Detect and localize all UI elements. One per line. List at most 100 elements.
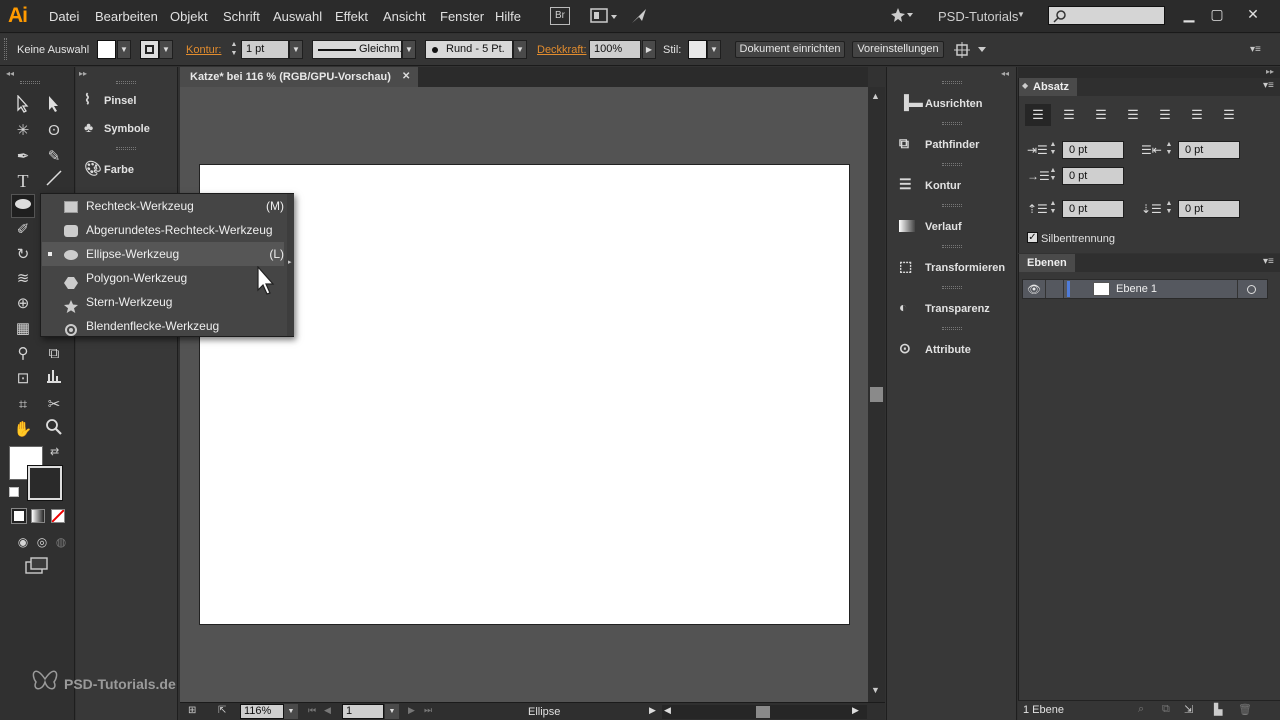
- layer-target-icon[interactable]: [1247, 285, 1256, 294]
- menu-ansicht[interactable]: Ansicht: [383, 9, 426, 24]
- flyout-flare-tool[interactable]: Blendenflecke-Werkzeug: [42, 314, 284, 338]
- search-input[interactable]: [1048, 6, 1165, 25]
- share-icon[interactable]: ⇱: [218, 705, 226, 716]
- arrange-icon[interactable]: [954, 42, 988, 61]
- grip-handle[interactable]: [4, 38, 7, 60]
- type-tool-icon[interactable]: T: [11, 169, 35, 193]
- layers-panel-tab[interactable]: Ebenen: [1019, 254, 1075, 272]
- panel-grip[interactable]: [116, 147, 136, 150]
- flyout-ellipse-tool[interactable]: Ellipse-Werkzeug (L): [42, 242, 284, 266]
- direct-selection-tool-icon[interactable]: [42, 95, 66, 119]
- next-artboard-icon[interactable]: ▶: [408, 705, 415, 716]
- scroll-right-icon[interactable]: ▶: [852, 705, 859, 716]
- document-tab[interactable]: Katze* bei 116 % (RGB/GPU-Vorschau) ✕: [180, 67, 418, 87]
- stroke-weight-stepper[interactable]: ▲ ▼: [228, 40, 240, 59]
- none-mode-icon[interactable]: [51, 509, 65, 523]
- stroke-weight-dropdown[interactable]: ▼: [289, 40, 303, 59]
- delete-layer-icon[interactable]: 🗑︎: [1238, 703, 1252, 716]
- paintbrush-tool-icon[interactable]: ✐: [11, 218, 35, 242]
- collapse-icon[interactable]: ◂◂: [6, 69, 14, 78]
- menu-bearbeiten[interactable]: Bearbeiten: [95, 9, 158, 24]
- brush-dropdown[interactable]: ▼: [513, 40, 527, 59]
- menu-auswahl[interactable]: Auswahl: [273, 9, 322, 24]
- justify-left-icon[interactable]: ☰: [1120, 104, 1146, 126]
- panel-grip[interactable]: [942, 286, 962, 289]
- chevron-down-icon[interactable]: ▼: [1017, 10, 1025, 19]
- left-indent-field[interactable]: 0 pt: [1062, 141, 1124, 159]
- style-swatch[interactable]: [688, 40, 707, 59]
- opacity-label[interactable]: Deckkraft:: [537, 44, 587, 56]
- panel-align[interactable]: ▐▬ Ausrichten: [899, 91, 1014, 113]
- workspace-switcher[interactable]: PSD-Tutorials: [938, 9, 1018, 24]
- tearoff-arrow-icon[interactable]: ▸: [288, 258, 292, 266]
- menu-effekt[interactable]: Effekt: [335, 9, 368, 24]
- expand-icon[interactable]: ▸▸: [79, 69, 87, 78]
- opacity-arrow[interactable]: ▶: [642, 40, 656, 59]
- visibility-eye-icon[interactable]: 👁︎: [1027, 283, 1041, 296]
- lasso-tool-icon[interactable]: ʘ: [42, 119, 66, 143]
- hyphenation-checkbox[interactable]: ✓: [1027, 232, 1038, 243]
- gpu-performance-icon[interactable]: [630, 7, 650, 27]
- first-line-indent-field[interactable]: 0 pt: [1062, 167, 1124, 185]
- draw-inside-icon[interactable]: ◍: [49, 530, 73, 554]
- flyout-star-tool[interactable]: Stern-Werkzeug: [42, 290, 284, 314]
- stroke-profile-dropdown[interactable]: ▼: [402, 40, 416, 59]
- eyedropper-tool-icon[interactable]: ⚲: [11, 342, 35, 366]
- menu-objekt[interactable]: Objekt: [170, 9, 208, 24]
- first-artboard-icon[interactable]: ⏮: [308, 705, 316, 716]
- space-after-stepper[interactable]: ▲ ▼: [1164, 200, 1174, 218]
- artboard-number-field[interactable]: 1: [342, 704, 384, 719]
- zoom-tool-icon[interactable]: [42, 418, 66, 442]
- selection-tool-icon[interactable]: [11, 94, 35, 119]
- justify-center-icon[interactable]: ☰: [1152, 104, 1178, 126]
- shape-builder-tool-icon[interactable]: ⊕: [11, 292, 35, 316]
- close-tab-icon[interactable]: ✕: [402, 67, 410, 87]
- restore-icon[interactable]: ▢: [1204, 3, 1230, 25]
- panel-menu-icon[interactable]: ▾≡: [1263, 256, 1274, 267]
- layer-row[interactable]: 👁︎ Ebene 1: [1022, 279, 1268, 299]
- panel-transform[interactable]: ⬚ Transformieren: [899, 255, 1014, 277]
- panel-menu-icon[interactable]: ▾≡: [1250, 44, 1261, 55]
- first-line-indent-stepper[interactable]: ▲ ▼: [1048, 167, 1058, 185]
- line-tool-icon[interactable]: [42, 169, 66, 193]
- flyout-polygon-tool[interactable]: Polygon-Werkzeug: [42, 266, 284, 290]
- blend-tool-icon[interactable]: ⧉: [42, 342, 66, 366]
- rotate-tool-icon[interactable]: ↻: [11, 243, 35, 267]
- zoom-field[interactable]: 116%: [240, 704, 284, 719]
- last-artboard-icon[interactable]: ⏭: [424, 705, 432, 716]
- stroke-color-swatch[interactable]: [140, 40, 159, 59]
- panel-transparency[interactable]: ◐ Transparenz: [899, 296, 1014, 318]
- panel-color[interactable]: 🎨︎ Farbe: [84, 160, 174, 182]
- menu-schrift[interactable]: Schrift: [223, 9, 260, 24]
- right-indent-field[interactable]: 0 pt: [1178, 141, 1240, 159]
- kontur-label[interactable]: Kontur:: [186, 44, 221, 56]
- graph-tool-icon[interactable]: [42, 367, 66, 391]
- perspective-grid-tool-icon[interactable]: ▦: [11, 317, 35, 341]
- fill-dropdown[interactable]: ▼: [117, 40, 131, 59]
- document-setup-button[interactable]: Dokument einrichten: [735, 41, 845, 58]
- screen-mode-icon[interactable]: [25, 557, 49, 578]
- gradient-mode-icon[interactable]: [31, 509, 45, 523]
- justify-all-icon[interactable]: ☰: [1216, 104, 1242, 126]
- opacity-field[interactable]: 100%: [589, 40, 641, 59]
- arrange-documents-icon[interactable]: [590, 7, 618, 27]
- right-indent-stepper[interactable]: ▲ ▼: [1164, 141, 1174, 159]
- new-layer-icon[interactable]: ▙: [1214, 703, 1222, 716]
- expand-icon[interactable]: ◂◂: [1001, 69, 1009, 78]
- panel-grip[interactable]: [116, 81, 136, 84]
- panel-attributes[interactable]: ⊙ Attribute: [899, 337, 1014, 359]
- panel-grip[interactable]: [942, 245, 962, 248]
- space-before-stepper[interactable]: ▲ ▼: [1048, 200, 1058, 218]
- color-mode-icon[interactable]: [11, 508, 27, 524]
- align-right-icon[interactable]: ☰: [1088, 104, 1114, 126]
- space-after-field[interactable]: 0 pt: [1178, 200, 1240, 218]
- horizontal-scroll-thumb[interactable]: [756, 706, 770, 718]
- panel-symbols[interactable]: ♣ Symbole: [84, 119, 174, 141]
- stroke-dropdown[interactable]: ▼: [159, 40, 173, 59]
- tools-grip[interactable]: [20, 81, 40, 84]
- scroll-up-icon[interactable]: ▲: [871, 91, 880, 101]
- flyout-rectangle-tool[interactable]: Rechteck-Werkzeug (M): [42, 194, 284, 218]
- artboard-dropdown[interactable]: ▼: [385, 704, 399, 719]
- hand-tool-icon[interactable]: ✋: [11, 418, 35, 442]
- pen-tool-icon[interactable]: ✒: [11, 145, 35, 169]
